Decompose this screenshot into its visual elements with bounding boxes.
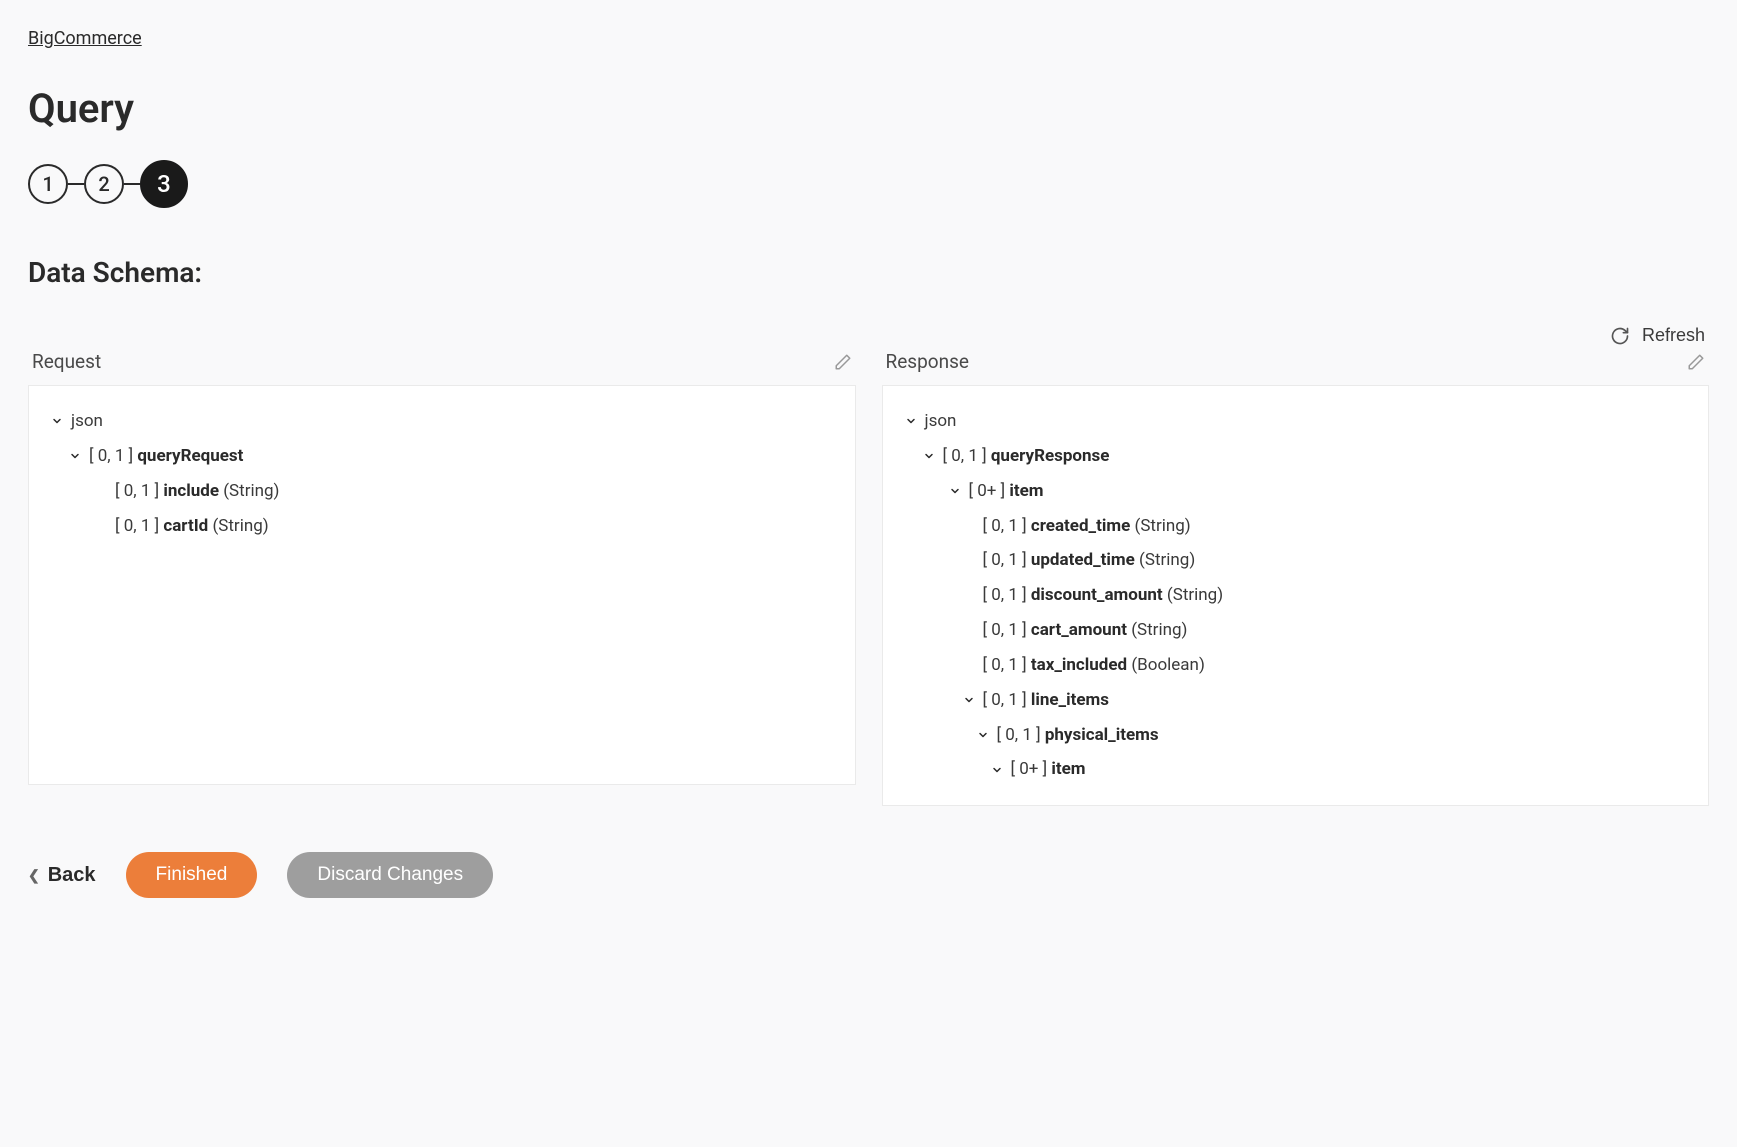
breadcrumb-link[interactable]: BigCommerce [28, 28, 142, 49]
back-label: Back [48, 864, 96, 887]
tree-row[interactable]: [ 0, 1 ] line_items [903, 683, 1689, 718]
tree-node-label: [ 0, 1 ] physical_items [997, 718, 1159, 753]
section-title: Data Schema: [28, 256, 1709, 289]
tree-node-label: [ 0, 1 ] queryRequest [89, 439, 243, 474]
tree-row[interactable]: [ 0+ ] item [903, 752, 1689, 787]
finished-button[interactable]: Finished [126, 852, 258, 898]
tree-node-label: [ 0, 1 ] tax_included (Boolean) [983, 648, 1205, 683]
page-title: Query [28, 85, 1709, 132]
tree-node-label: [ 0, 1 ] line_items [983, 683, 1110, 718]
tree-row[interactable]: [ 0+ ] item [903, 474, 1689, 509]
tree-node-label: [ 0, 1 ] created_time (String) [983, 509, 1191, 544]
step-1[interactable]: 1 [28, 164, 68, 204]
discard-button[interactable]: Discard Changes [287, 852, 493, 898]
chevron-down-icon[interactable] [921, 450, 937, 462]
refresh-label: Refresh [1642, 325, 1705, 346]
chevron-down-icon[interactable] [49, 415, 65, 427]
tree-row[interactable]: [ 0, 1 ] physical_items [903, 718, 1689, 753]
tree-row[interactable]: [ 0, 1 ] tax_included (Boolean) [903, 648, 1689, 683]
chevron-down-icon[interactable] [67, 450, 83, 462]
response-column: Response json[ 0, 1 ] queryResponse[ 0+ … [882, 350, 1710, 806]
response-label: Response [886, 350, 969, 373]
back-button[interactable]: ❮ Back [28, 864, 96, 887]
tree-node-label: [ 0+ ] item [1011, 752, 1086, 787]
stepper: 1 2 3 [28, 160, 1709, 208]
tree-row[interactable]: [ 0, 1 ] cart_amount (String) [903, 613, 1689, 648]
tree-row[interactable]: [ 0, 1 ] include (String) [49, 474, 835, 509]
tree-node-label: json [71, 404, 103, 439]
step-3[interactable]: 3 [140, 160, 188, 208]
tree-node-label: [ 0, 1 ] updated_time (String) [983, 543, 1196, 578]
tree-row[interactable]: [ 0, 1 ] queryResponse [903, 439, 1689, 474]
tree-row[interactable]: json [49, 404, 835, 439]
chevron-down-icon[interactable] [975, 729, 991, 741]
request-label: Request [32, 350, 101, 373]
step-connector [68, 183, 84, 185]
footer: ❮ Back Finished Discard Changes [28, 852, 1709, 898]
tree-node-label: [ 0, 1 ] discount_amount (String) [983, 578, 1224, 613]
tree-node-label: [ 0, 1 ] include (String) [115, 474, 279, 509]
tree-row[interactable]: [ 0, 1 ] discount_amount (String) [903, 578, 1689, 613]
request-column: Request json[ 0, 1 ] queryRequest[ 0, 1 … [28, 350, 856, 806]
refresh-button[interactable]: Refresh [1610, 325, 1705, 346]
chevron-down-icon[interactable] [989, 764, 1005, 776]
pencil-icon[interactable] [1687, 353, 1705, 371]
request-panel: json[ 0, 1 ] queryRequest[ 0, 1 ] includ… [28, 385, 856, 785]
pencil-icon[interactable] [834, 353, 852, 371]
tree-node-label: [ 0, 1 ] cart_amount (String) [983, 613, 1188, 648]
tree-node-label: [ 0, 1 ] queryResponse [943, 439, 1110, 474]
tree-row[interactable]: [ 0, 1 ] updated_time (String) [903, 543, 1689, 578]
tree-row[interactable]: [ 0, 1 ] created_time (String) [903, 509, 1689, 544]
tree-row[interactable]: json [903, 404, 1689, 439]
refresh-icon [1610, 326, 1630, 346]
chevron-down-icon[interactable] [961, 694, 977, 706]
chevron-down-icon[interactable] [947, 485, 963, 497]
tree-node-label: [ 0, 1 ] cartId (String) [115, 509, 269, 544]
step-connector [124, 183, 140, 185]
tree-row[interactable]: [ 0, 1 ] queryRequest [49, 439, 835, 474]
tree-node-label: json [925, 404, 957, 439]
response-panel: json[ 0, 1 ] queryResponse[ 0+ ] item[ 0… [882, 385, 1710, 806]
chevron-down-icon[interactable] [903, 415, 919, 427]
chevron-left-icon: ❮ [28, 867, 40, 884]
tree-row[interactable]: [ 0, 1 ] cartId (String) [49, 509, 835, 544]
step-2[interactable]: 2 [84, 164, 124, 204]
tree-node-label: [ 0+ ] item [969, 474, 1044, 509]
